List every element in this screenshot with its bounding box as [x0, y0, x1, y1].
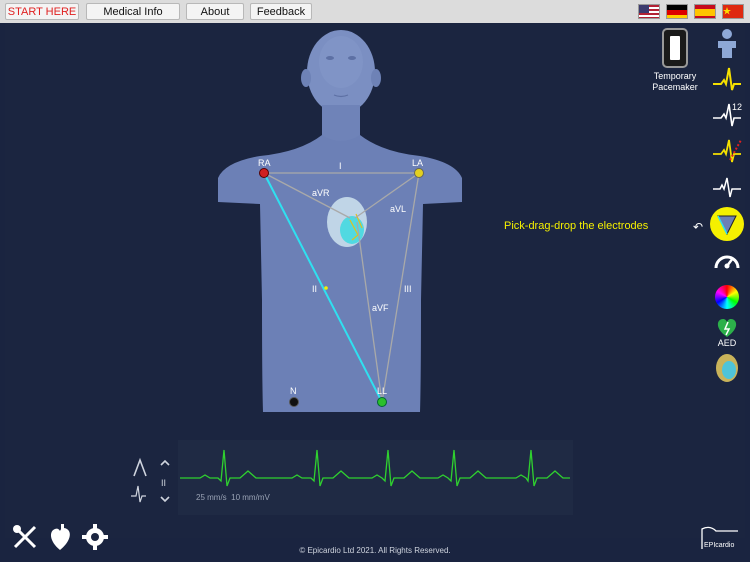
lead-pick-icon [133, 457, 147, 477]
ecg-speed: 25 mm/s [196, 493, 227, 502]
epicardio-logo[interactable]: EPIcardio [700, 525, 740, 551]
ecg-trace [180, 449, 570, 487]
lead-down-chevron-icon [160, 496, 170, 503]
waveform-scale-icon [131, 485, 146, 503]
lead-up-chevron-icon [160, 459, 170, 466]
ecg-gain: 10 mm/mV [231, 493, 270, 502]
copyright-footer: © Epicardio Ltd 2021. All Rights Reserve… [299, 546, 451, 555]
ecg-scale-label: 25 mm/s 10 mm/mV [196, 493, 270, 502]
ecg-controls: II [131, 457, 170, 503]
ecg-trace-layer [180, 449, 570, 487]
ecg-lead-indicator: II [161, 478, 166, 488]
logo-text: EPIcardio [704, 542, 734, 549]
